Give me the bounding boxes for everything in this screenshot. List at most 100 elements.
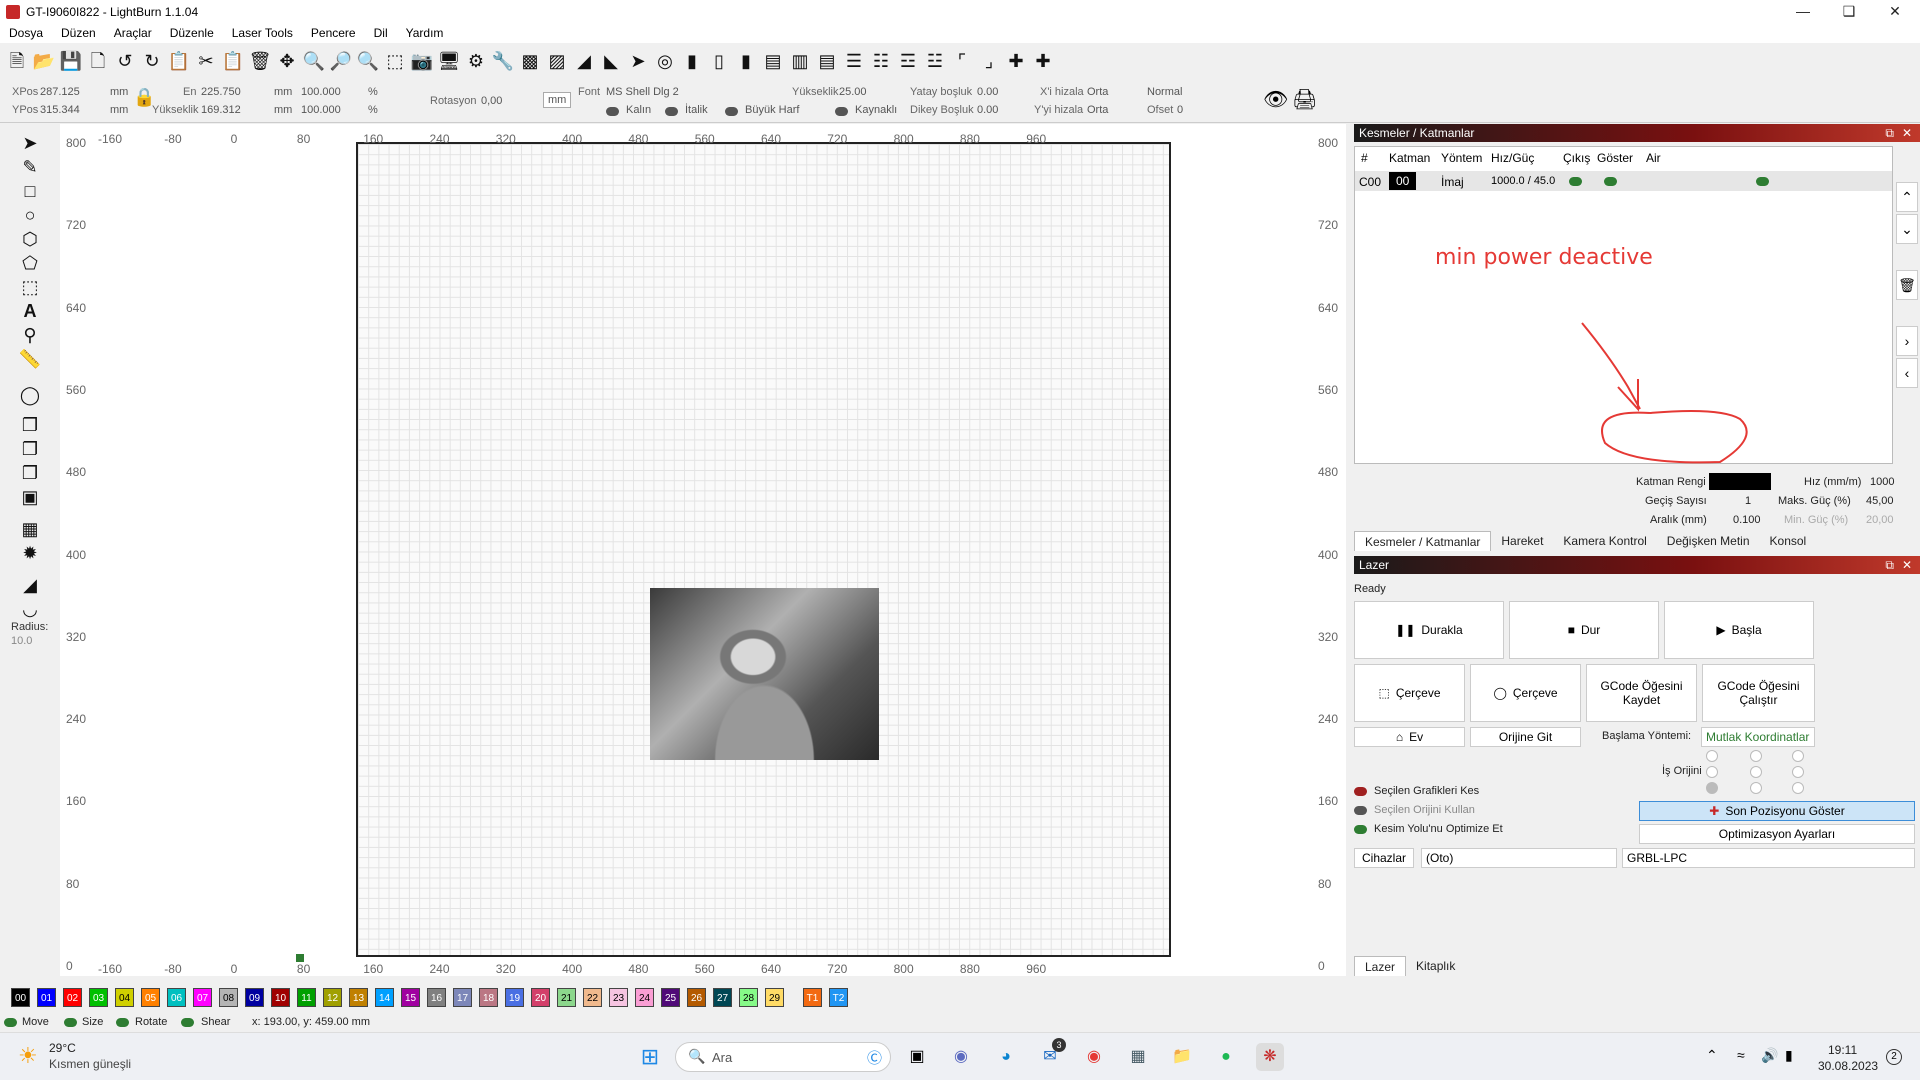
- cut-icon[interactable]: ✂: [195, 50, 217, 72]
- pentagon-icon[interactable]: ⬠: [18, 252, 42, 274]
- edit-nodes-icon[interactable]: ⬚: [18, 276, 42, 298]
- palette-swatch[interactable]: 24: [635, 987, 654, 1007]
- zoom-selection-icon[interactable]: ⬚: [384, 50, 406, 72]
- workspace-bed[interactable]: [356, 142, 1171, 957]
- expand-right-icon[interactable]: ›: [1896, 326, 1918, 356]
- align-right-icon[interactable]: ▮: [735, 50, 757, 72]
- distribute-v-icon[interactable]: ☷: [870, 50, 892, 72]
- move-origin-icon[interactable]: ✚: [1032, 50, 1054, 72]
- undo-icon[interactable]: ↺: [114, 50, 136, 72]
- minimize-icon[interactable]: —: [1780, 0, 1826, 23]
- scale-y-field[interactable]: 100.000: [301, 104, 341, 116]
- spotify-icon[interactable]: ●: [1212, 1043, 1240, 1071]
- camera-icon[interactable]: 📷: [411, 50, 433, 72]
- float-icon[interactable]: ⧉: [1885, 124, 1894, 142]
- select-arrow-icon[interactable]: ➤: [18, 132, 42, 154]
- devices-button[interactable]: Cihazlar: [1354, 848, 1414, 868]
- group-icon[interactable]: ▩: [519, 50, 541, 72]
- palette-swatch[interactable]: 25: [661, 987, 680, 1007]
- ypos-field[interactable]: 315.344: [40, 104, 80, 116]
- origin-radio-mc[interactable]: [1750, 766, 1762, 778]
- palette-swatch[interactable]: 29: [765, 987, 784, 1007]
- windows-start-icon[interactable]: ⊞: [636, 1043, 664, 1071]
- paste-icon[interactable]: 📋: [222, 50, 244, 72]
- origin-radio-mr[interactable]: [1792, 766, 1804, 778]
- show-toggle[interactable]: [1604, 177, 1617, 186]
- corner-icon[interactable]: ⌜: [951, 50, 973, 72]
- palette-swatch[interactable]: 23: [609, 987, 628, 1007]
- palette-swatch[interactable]: 12: [323, 987, 342, 1007]
- optimization-settings-button[interactable]: Optimizasyon Ayarları: [1639, 824, 1915, 844]
- open-folder-icon[interactable]: 📂: [33, 50, 55, 72]
- interval-field[interactable]: 0.100: [1733, 514, 1761, 526]
- tab-laser[interactable]: Lazer: [1354, 956, 1407, 976]
- design-canvas[interactable]: -160 -80 0 80 160 240 320 400 480 560 640 720 800 880…: [60, 124, 1346, 976]
- edge-icon[interactable]: ◕: [992, 1043, 1020, 1071]
- palette-swatch[interactable]: 22: [583, 987, 602, 1007]
- palette-swatch[interactable]: 08: [219, 987, 238, 1007]
- output-toggle[interactable]: [1569, 177, 1582, 186]
- welded-toggle[interactable]: [835, 107, 848, 116]
- menu-item-edit[interactable]: Düzen: [52, 26, 105, 40]
- delete-icon[interactable]: 🗑: [249, 50, 272, 72]
- origin-radio-tc[interactable]: [1750, 750, 1762, 762]
- palette-swatch[interactable]: 15: [401, 987, 420, 1007]
- palette-swatch[interactable]: 10: [271, 987, 290, 1007]
- origin-radio-ml[interactable]: [1706, 766, 1718, 778]
- corner-round-icon[interactable]: ◢: [18, 574, 42, 596]
- send-icon[interactable]: ➤: [627, 50, 649, 72]
- palette-swatch[interactable]: T2: [829, 987, 848, 1007]
- xalign-select[interactable]: Orta: [1087, 86, 1108, 98]
- text-tool-icon[interactable]: A: [18, 300, 42, 322]
- move-toggle[interactable]: [4, 1018, 17, 1027]
- shear-toggle[interactable]: [181, 1018, 194, 1027]
- height-field[interactable]: 169.312: [201, 104, 241, 116]
- close-panel-icon[interactable]: ✕: [1902, 556, 1912, 574]
- palette-swatch[interactable]: 11: [297, 987, 316, 1007]
- pen-icon[interactable]: ✎: [18, 156, 42, 178]
- save-gcode-button[interactable]: GCode Öğesini Kaydet: [1586, 664, 1697, 722]
- space-v-icon[interactable]: ☳: [924, 50, 946, 72]
- align-left-icon[interactable]: ▮: [681, 50, 703, 72]
- text-mode-select[interactable]: Normal: [1147, 86, 1182, 98]
- boolean-union-icon[interactable]: ❐: [18, 438, 42, 460]
- file-explorer-icon[interactable]: 📁: [1168, 1043, 1196, 1071]
- yalign-select[interactable]: Orta: [1087, 104, 1108, 116]
- corner-chamfer-icon[interactable]: ◡: [18, 598, 42, 620]
- align-center-icon[interactable]: ▯: [708, 50, 730, 72]
- palette-swatch[interactable]: 06: [167, 987, 186, 1007]
- weather-temp[interactable]: 29°C: [49, 1041, 76, 1055]
- mirror-h-icon[interactable]: ◢: [573, 50, 595, 72]
- weather-desc[interactable]: Kısmen güneşli: [49, 1057, 131, 1071]
- palette-swatch[interactable]: 09: [245, 987, 264, 1007]
- stop-button[interactable]: ■ Dur: [1509, 601, 1659, 659]
- dock-icon[interactable]: ⌟: [978, 50, 1000, 72]
- port-select[interactable]: (Oto): [1421, 848, 1617, 868]
- weather-icon[interactable]: ☀: [18, 1043, 38, 1069]
- move-down-icon[interactable]: ⌄: [1896, 214, 1918, 244]
- collapse-left-icon[interactable]: ‹: [1896, 358, 1918, 388]
- mirror-v-icon[interactable]: ◣: [600, 50, 622, 72]
- align-middle-icon[interactable]: ▥: [789, 50, 811, 72]
- float-icon[interactable]: ⧉: [1885, 556, 1894, 574]
- measure-icon[interactable]: 📏: [18, 348, 42, 370]
- polygon-icon[interactable]: ⬡: [18, 228, 42, 250]
- palette-swatch[interactable]: 03: [89, 987, 108, 1007]
- calculator-icon[interactable]: ▦: [1124, 1043, 1152, 1071]
- close-icon[interactable]: ✕: [1872, 0, 1918, 23]
- battery-icon[interactable]: ▮: [1785, 1047, 1793, 1064]
- pass-field[interactable]: 1: [1745, 495, 1751, 507]
- palette-swatch[interactable]: 28: [739, 987, 758, 1007]
- boolean-intersect-icon[interactable]: ▣: [18, 486, 42, 508]
- palette-swatch[interactable]: 00: [11, 987, 30, 1007]
- speed-field[interactable]: 1000: [1870, 476, 1894, 488]
- tab-move[interactable]: Hareket: [1491, 531, 1553, 551]
- clock-time[interactable]: 19:11: [1828, 1043, 1857, 1057]
- palette-swatch[interactable]: T1: [803, 987, 822, 1007]
- menu-item-arrange[interactable]: Düzenle: [161, 26, 223, 40]
- origin-radio-bc[interactable]: [1750, 782, 1762, 794]
- hspace-field[interactable]: 0.00: [977, 86, 998, 98]
- size-toggle[interactable]: [64, 1018, 77, 1027]
- zoom-in-icon[interactable]: 🔍: [303, 50, 325, 72]
- optimize-toggle[interactable]: [1354, 825, 1367, 834]
